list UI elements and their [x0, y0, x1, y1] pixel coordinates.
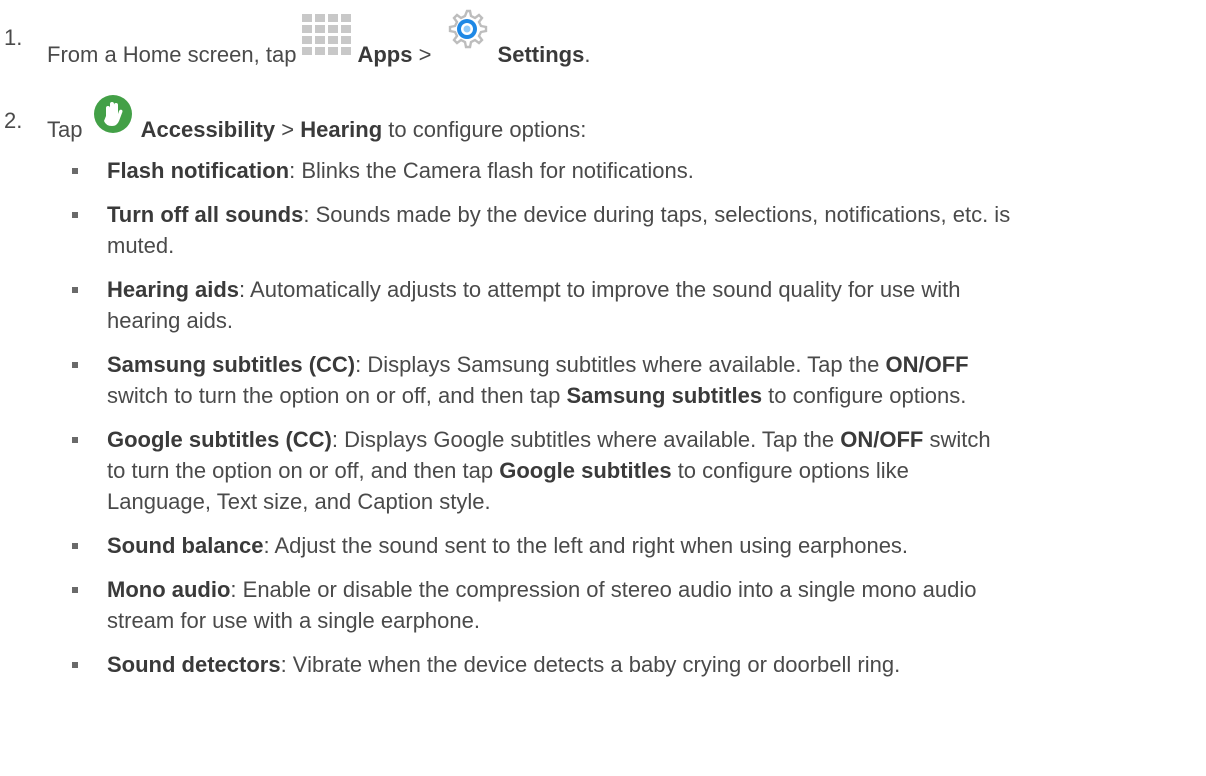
- item-bold: ON/OFF: [885, 352, 969, 377]
- step-2: 2. Tap Accessibility > Hearing to config…: [0, 95, 1180, 145]
- item-term: Flash notification: [107, 158, 290, 183]
- accessibility-hand-icon: [93, 95, 133, 148]
- list-item: Google subtitles (CC): Displays Google s…: [72, 424, 1192, 517]
- item-desc-cont: switch to turn the option on or off, and…: [107, 383, 567, 408]
- item-desc: : Displays Samsung subtitles where avail…: [355, 352, 886, 377]
- bullet-marker: [72, 212, 78, 218]
- separator: >: [281, 117, 295, 142]
- apps-label: Apps: [357, 42, 413, 67]
- list-item: Turn off all sounds: Sounds made by the …: [72, 199, 1192, 261]
- apps-grid-icon: [298, 14, 354, 72]
- step-text-pre: From a Home screen, tap: [47, 42, 297, 67]
- list-item: Sound detectors: Vibrate when the device…: [72, 649, 1192, 680]
- item-term: Mono audio: [107, 577, 231, 602]
- item-term: Google subtitles (CC): [107, 427, 332, 452]
- item-desc: : Enable or disable the compression of s…: [230, 577, 977, 602]
- step-text-post: to configure options:: [388, 117, 587, 142]
- bullet-marker: [72, 168, 78, 174]
- step-end: .: [584, 42, 591, 67]
- step-number: 2.: [4, 108, 23, 133]
- list-item: Flash notification: Blinks the Camera fl…: [72, 155, 1192, 186]
- bullet-marker: [72, 437, 78, 443]
- bullet-marker: [72, 662, 78, 668]
- item-desc-cont: stream for use with a single earphone.: [107, 608, 480, 633]
- settings-label: Settings: [497, 42, 585, 67]
- item-desc-cont: Language, Text size, and Caption style.: [107, 489, 491, 514]
- item-desc-cont: muted.: [107, 233, 175, 258]
- step-text-pre: Tap: [47, 117, 83, 142]
- item-term: Turn off all sounds: [107, 202, 304, 227]
- list-item: Sound balance: Adjust the sound sent to …: [72, 530, 1192, 561]
- item-desc: : Automatically adjusts to attempt to im…: [239, 277, 961, 302]
- item-desc-cont: to turn the option on or off, and then t…: [107, 458, 500, 483]
- item-desc: : Vibrate when the device detects a baby…: [280, 652, 901, 677]
- hearing-label: Hearing: [300, 117, 383, 142]
- item-term: Sound detectors: [107, 652, 281, 677]
- bullet-marker: [72, 543, 78, 549]
- item-term: Hearing aids: [107, 277, 240, 302]
- bullet-marker: [72, 587, 78, 593]
- list-item: Samsung subtitles (CC): Displays Samsung…: [72, 349, 1192, 411]
- item-desc-end: to configure options.: [762, 383, 967, 408]
- item-desc-end: to configure options like: [671, 458, 909, 483]
- item-desc-cont: hearing aids.: [107, 308, 233, 333]
- bullet-marker: [72, 287, 78, 293]
- item-bold: Samsung subtitles: [566, 383, 763, 408]
- settings-gear-icon: [442, 9, 492, 71]
- item-bold: ON/OFF: [840, 427, 924, 452]
- document-page: 1. From a Home screen, tap Apps > Settin…: [0, 0, 1206, 776]
- list-item: Hearing aids: Automatically adjusts to a…: [72, 274, 1192, 336]
- bullet-marker: [72, 362, 78, 368]
- accessibility-label: Accessibility: [140, 117, 276, 142]
- item-desc: : Sounds made by the device during taps,…: [303, 202, 1011, 227]
- item-desc: : Adjust the sound sent to the left and …: [263, 533, 909, 558]
- step-1: 1. From a Home screen, tap Apps > Settin…: [0, 9, 1180, 67]
- separator: >: [418, 42, 432, 67]
- item-desc: : Displays Google subtitles where availa…: [331, 427, 841, 452]
- step-number: 1.: [4, 25, 23, 50]
- item-bold: Google subtitles: [499, 458, 672, 483]
- list-item: Mono audio: Enable or disable the compre…: [72, 574, 1192, 636]
- item-desc-tail: switch: [923, 427, 991, 452]
- item-term: Samsung subtitles (CC): [107, 352, 356, 377]
- item-term: Sound balance: [107, 533, 264, 558]
- options-list: Flash notification: Blinks the Camera fl…: [72, 155, 1192, 680]
- item-desc: : Blinks the Camera flash for notificati…: [289, 158, 694, 183]
- step-text: Tap Accessibility > Hearing to configure…: [47, 95, 587, 148]
- step-text: From a Home screen, tap Apps > Settings.: [47, 9, 591, 72]
